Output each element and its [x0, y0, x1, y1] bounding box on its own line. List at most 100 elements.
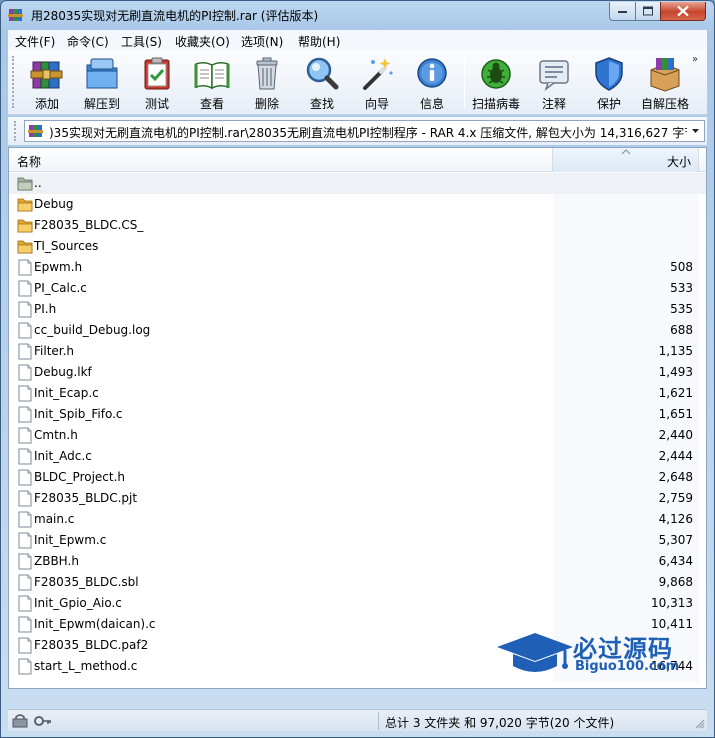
file-size: 1,493 — [658, 365, 693, 379]
status-bar: 总计 3 文件夹 和 97,020 字节(20 个文件) — [8, 709, 707, 731]
file-name: PI_Calc.c — [34, 281, 87, 295]
file-size: 10,313 — [651, 596, 693, 610]
toolbar-overflow-button[interactable]: » — [692, 54, 698, 65]
file-size: 2,444 — [658, 449, 693, 463]
parent-folder-row[interactable]: .. — [9, 173, 706, 194]
sfx-box-icon — [650, 58, 680, 92]
sort-ascending-icon — [621, 149, 631, 155]
protect-button[interactable]: 保护 — [582, 54, 636, 112]
file-row[interactable]: F28035_BLDC.pjt 2,759 — [9, 488, 706, 509]
file-name: Filter.h — [34, 344, 75, 358]
file-row[interactable]: Init_Ecap.c 1,621 — [9, 383, 706, 404]
folder-row[interactable]: Debug — [9, 194, 706, 215]
file-icon — [17, 490, 33, 507]
file-icon — [17, 658, 33, 675]
menu-help[interactable]: 帮助(H) — [298, 33, 340, 50]
file-row[interactable]: PI_Calc.c 533 — [9, 278, 706, 299]
folder-row[interactable]: F28035_BLDC.CS_ — [9, 215, 706, 236]
file-row[interactable]: Debug.lkf 1,493 — [9, 362, 706, 383]
file-size: 2,759 — [658, 491, 693, 505]
view-button[interactable]: 查看 — [185, 54, 239, 112]
close-button[interactable] — [660, 2, 706, 21]
address-grip[interactable] — [14, 121, 17, 141]
file-row[interactable]: Init_Gpio_Aio.c 10,313 — [9, 593, 706, 614]
file-name: F28035_BLDC.CS_ — [34, 218, 144, 232]
column-name-header[interactable]: 名称 — [9, 148, 553, 172]
file-size: 508 — [670, 260, 693, 274]
menu-options[interactable]: 选项(N) — [241, 33, 283, 50]
chevron-down-icon — [692, 129, 699, 133]
file-name: F28035_BLDC.paf2 — [34, 638, 149, 652]
file-icon — [17, 637, 33, 654]
file-name: BLDC_Project.h — [34, 470, 126, 484]
file-row[interactable]: Init_Spib_Fifo.c 1,651 — [9, 404, 706, 425]
resize-grip-icon[interactable] — [695, 719, 705, 729]
view-label: 查看 — [199, 97, 224, 111]
column-size-header[interactable]: 大小 — [553, 148, 699, 172]
file-size: 6,434 — [658, 554, 693, 568]
file-size: 5,307 — [658, 533, 693, 547]
wizard-label: 向导 — [364, 97, 389, 111]
winrar-app-icon[interactable] — [8, 7, 24, 23]
file-row[interactable]: BLDC_Project.h 2,648 — [9, 467, 706, 488]
file-name: ZBBH.h — [34, 554, 79, 568]
extract-to-button[interactable]: 解压到 — [75, 54, 129, 112]
file-name: .. — [34, 176, 42, 190]
protect-label: 保护 — [596, 97, 621, 111]
file-name: cc_build_Debug.log — [34, 323, 151, 337]
path-combo[interactable]: )35实现对无刷直流电机的PI控制.rar\28035无刷直流电机PI控制程序 … — [24, 120, 705, 142]
file-size: 2,648 — [658, 470, 693, 484]
folder-row[interactable]: TI_Sources — [9, 236, 706, 257]
graduation-cap-icon — [497, 633, 573, 672]
info-button[interactable]: 信息 — [405, 54, 459, 112]
file-row[interactable]: F28035_BLDC.sbl 9,868 — [9, 572, 706, 593]
add-button[interactable]: 添加 — [20, 54, 74, 112]
archive-icon — [28, 125, 43, 137]
file-row[interactable]: ZBBH.h 6,434 — [9, 551, 706, 572]
file-icon — [17, 259, 33, 276]
virus-scan-button[interactable]: 扫描病毒 — [469, 54, 523, 112]
file-row[interactable]: main.c 4,126 — [9, 509, 706, 530]
file-row[interactable]: Filter.h 1,135 — [9, 341, 706, 362]
sfx-button[interactable]: 自解压格 — [638, 54, 692, 112]
file-row[interactable]: Init_Adc.c 2,444 — [9, 446, 706, 467]
path-dropdown-button[interactable] — [687, 121, 704, 141]
watermark-logo: 必过源码 Biguo100.com — [495, 627, 700, 683]
file-row[interactable]: cc_build_Debug.log 688 — [9, 320, 706, 341]
file-size: 9,868 — [658, 575, 693, 589]
file-row[interactable]: Epwm.h 508 — [9, 257, 706, 278]
menu-file[interactable]: 文件(F) — [15, 33, 55, 50]
info-label: 信息 — [419, 97, 444, 111]
sfx-label: 自解压格 — [640, 97, 689, 111]
virus-scan-label: 扫描病毒 — [471, 97, 520, 111]
window-title: 用28035实现对无刷直流电机的PI控制.rar (评估版本) — [31, 9, 319, 23]
shield-icon — [595, 57, 623, 91]
minimize-button[interactable] — [609, 2, 636, 21]
file-list: 名称 大小 .. Debug F28035_BLDC.CS_ TI_Sources Ep… — [8, 147, 707, 689]
extract-to-label: 解压到 — [83, 97, 120, 111]
lock-key-icon[interactable] — [12, 714, 52, 728]
find-button[interactable]: 查找 — [295, 54, 349, 112]
toolbar-grip[interactable] — [12, 56, 15, 108]
column-size-label: 大小 — [666, 155, 691, 169]
file-size: 2,440 — [658, 428, 693, 442]
delete-button[interactable]: 删除 — [240, 54, 294, 112]
file-row[interactable]: PI.h 535 — [9, 299, 706, 320]
test-button[interactable]: 测试 — [130, 54, 184, 112]
comment-button[interactable]: 注释 — [527, 54, 581, 112]
menu-tools[interactable]: 工具(S) — [121, 33, 162, 50]
magnifier-icon — [306, 57, 339, 90]
file-row[interactable]: Init_Epwm.c 5,307 — [9, 530, 706, 551]
horizontal-scrollbar[interactable]: ||| — [9, 688, 706, 689]
add-label: 添加 — [34, 97, 59, 111]
file-row[interactable]: Cmtn.h 2,440 — [9, 425, 706, 446]
wizard-button[interactable]: 向导 — [350, 54, 404, 112]
menu-command[interactable]: 命令(C) — [67, 33, 109, 50]
menu-favorites[interactable]: 收藏夹(O) — [175, 33, 230, 50]
title-bar[interactable]: 用28035实现对无刷直流电机的PI控制.rar (评估版本) — [1, 1, 714, 29]
winrar-window: 用28035实现对无刷直流电机的PI控制.rar (评估版本) 文件(F) 命令… — [0, 0, 715, 738]
view-book-icon — [194, 61, 230, 90]
maximize-button[interactable] — [635, 2, 661, 21]
column-header: 名称 大小 — [9, 148, 706, 172]
wizard-wand-icon — [363, 58, 393, 90]
